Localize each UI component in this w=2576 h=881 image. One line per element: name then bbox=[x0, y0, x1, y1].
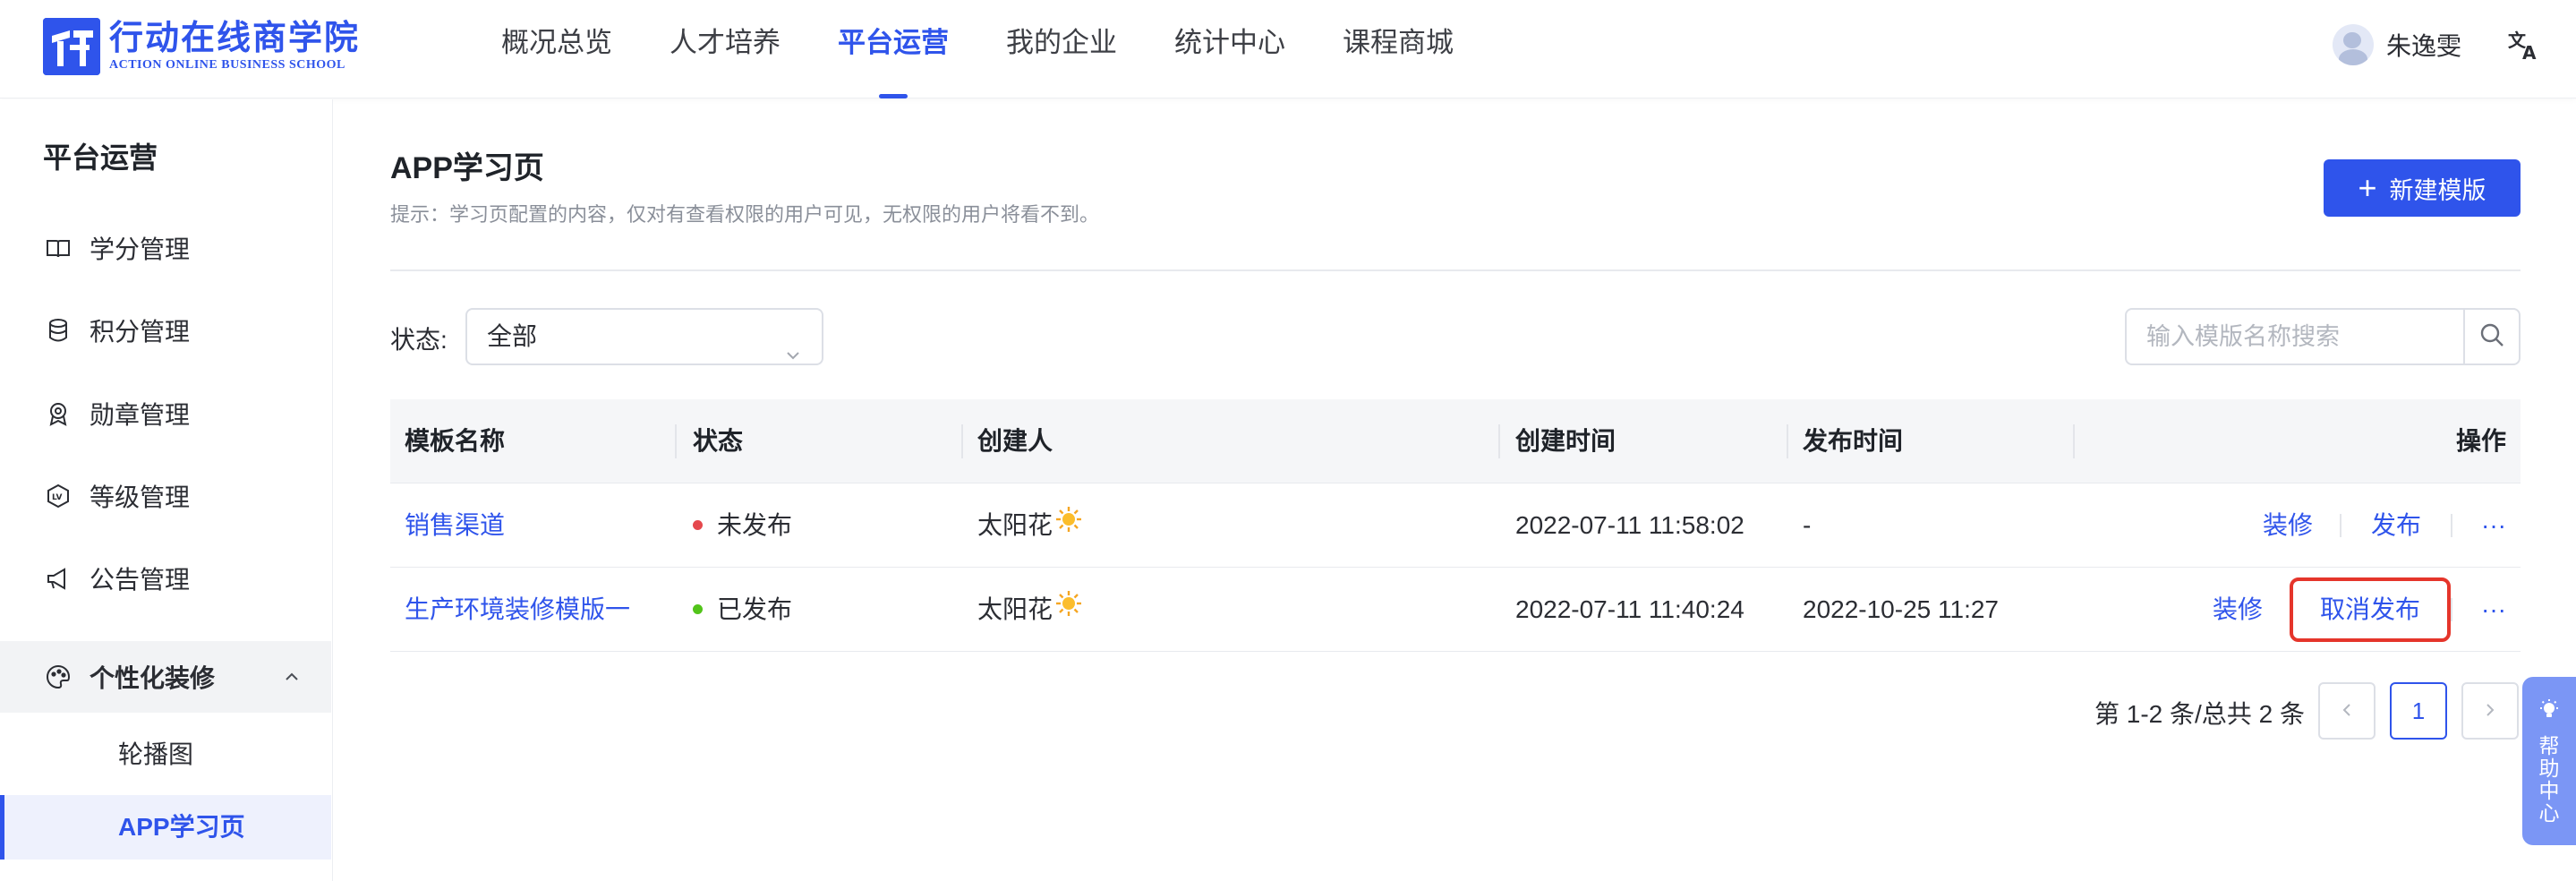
sidebar-item-levels[interactable]: LV 等级管理 bbox=[0, 460, 331, 532]
creator-cell: 太阳花 bbox=[977, 568, 1083, 652]
chevron-up-icon bbox=[279, 664, 304, 689]
sidebar-title: 平台运营 bbox=[43, 141, 158, 174]
sidebar-subitem-app-study-page[interactable]: APP学习页 bbox=[0, 795, 331, 860]
nav-overview[interactable]: 概况总览 bbox=[501, 0, 612, 98]
help-center-label: 帮助中心 bbox=[2538, 734, 2560, 825]
brand-name-en: ACTION ONLINE BUSINESS SCHOOL bbox=[109, 58, 345, 72]
svg-text:LV: LV bbox=[52, 493, 62, 502]
help-center-button[interactable]: 帮助中心 bbox=[2522, 677, 2576, 845]
table-row: 生产环境装修模版一 已发布 太阳花 2022-07-11 11:40:24 20… bbox=[390, 568, 2521, 652]
prev-page-button[interactable] bbox=[2318, 682, 2376, 740]
template-name-link[interactable]: 生产环境装修模版一 bbox=[405, 568, 630, 652]
header-divider bbox=[390, 269, 2521, 271]
status-filter-label: 状态: bbox=[390, 326, 448, 354]
brand-logo[interactable]: 行动在线商学院 ACTION ONLINE BUSINESS SCHOOL bbox=[43, 18, 360, 75]
more-actions-button[interactable]: ··· bbox=[2481, 483, 2506, 568]
sidebar: 平台运营 学分管理 积分管理 勋章管理 LV 等级管理 公告管理 个性化装修 轮… bbox=[0, 99, 333, 881]
published-time-cell: - bbox=[1803, 511, 1812, 539]
nav-talent[interactable]: 人才培养 bbox=[670, 0, 780, 98]
nav-active-indicator bbox=[879, 94, 908, 98]
publish-button[interactable]: 发布 bbox=[2371, 483, 2421, 568]
created-time-cell: 2022-07-11 11:58:02 bbox=[1515, 511, 1744, 539]
svg-text:A: A bbox=[2522, 42, 2537, 63]
new-template-button[interactable]: + 新建模版 bbox=[2324, 159, 2521, 217]
avatar bbox=[2333, 24, 2374, 65]
chevron-down-icon bbox=[784, 329, 802, 360]
unpublish-button[interactable]: 取消发布 bbox=[2290, 577, 2452, 642]
level-icon: LV bbox=[43, 481, 73, 511]
more-actions-button[interactable]: ··· bbox=[2481, 568, 2506, 652]
created-time-cell: 2022-07-11 11:40:24 bbox=[1515, 595, 1744, 623]
nav-my-company[interactable]: 我的企业 bbox=[1006, 0, 1117, 98]
status-cell: 未发布 bbox=[693, 483, 792, 568]
next-page-button[interactable] bbox=[2461, 682, 2519, 740]
sun-emoji-icon bbox=[1054, 568, 1083, 652]
brand-name-cn: 行动在线商学院 bbox=[109, 20, 361, 57]
translate-icon[interactable]: 文 A bbox=[2506, 27, 2542, 64]
medal-icon bbox=[43, 398, 73, 429]
template-table: 模板名称 状态 创建人 创建时间 发布时间 操作 销售渠道 未发布 太阳花 20… bbox=[390, 399, 2521, 652]
sidebar-group-customization[interactable]: 个性化装修 bbox=[0, 641, 331, 713]
sidebar-item-credits[interactable]: 学分管理 bbox=[0, 212, 331, 284]
top-header: 行动在线商学院 ACTION ONLINE BUSINESS SCHOOL 概况… bbox=[0, 0, 2576, 98]
plus-icon: + bbox=[2358, 169, 2377, 206]
creator-cell: 太阳花 bbox=[977, 483, 1083, 568]
sidebar-item-medals[interactable]: 勋章管理 bbox=[0, 378, 331, 449]
published-time-cell: 2022-10-25 11:27 bbox=[1803, 595, 1999, 623]
column-header-name: 模板名称 bbox=[405, 427, 506, 455]
decorate-button[interactable]: 装修 bbox=[2263, 483, 2313, 568]
column-header-creator: 创建人 bbox=[977, 427, 1053, 455]
template-name-link[interactable]: 销售渠道 bbox=[405, 483, 505, 568]
column-header-created: 创建时间 bbox=[1515, 427, 1616, 455]
column-header-status: 状态 bbox=[693, 427, 744, 455]
chevron-left-icon bbox=[2338, 697, 2356, 725]
status-filter-select[interactable]: 全部 bbox=[465, 308, 823, 365]
lightbulb-icon bbox=[2538, 698, 2561, 726]
template-search bbox=[2125, 308, 2521, 365]
sidebar-subitem-carousel[interactable]: 轮播图 bbox=[0, 723, 331, 787]
column-header-actions: 操作 bbox=[2455, 427, 2506, 455]
nav-course-mall[interactable]: 课程商城 bbox=[1343, 0, 1454, 98]
search-button[interactable] bbox=[2463, 310, 2519, 364]
sidebar-item-announcements[interactable]: 公告管理 bbox=[0, 543, 331, 614]
user-name: 朱逸雯 bbox=[2386, 32, 2462, 60]
page-number-button[interactable]: 1 bbox=[2390, 682, 2447, 740]
decorate-button[interactable]: 装修 bbox=[2213, 568, 2263, 652]
page-title: APP学习页 bbox=[390, 151, 544, 185]
megaphone-icon bbox=[43, 563, 73, 594]
search-input[interactable] bbox=[2127, 310, 2463, 364]
database-icon bbox=[43, 315, 73, 346]
book-icon bbox=[43, 233, 73, 263]
nav-statistics[interactable]: 统计中心 bbox=[1174, 0, 1285, 98]
sidebar-item-points[interactable]: 积分管理 bbox=[0, 295, 331, 366]
status-dot-published bbox=[693, 604, 703, 615]
user-menu[interactable]: 朱逸雯 bbox=[2333, 23, 2461, 66]
table-row: 销售渠道 未发布 太阳花 2022-07-11 11:58:02 - 装修 发布… bbox=[390, 483, 2521, 568]
page-tip: 提示：学习页配置的内容，仅对有查看权限的用户可见，无权限的用户将看不到。 bbox=[390, 203, 1100, 226]
status-cell: 已发布 bbox=[693, 568, 792, 652]
table-header: 模板名称 状态 创建人 创建时间 发布时间 操作 bbox=[390, 399, 2521, 483]
main-nav: 概况总览 人才培养 平台运营 我的企业 统计中心 课程商城 bbox=[501, 0, 1511, 98]
column-header-published: 发布时间 bbox=[1803, 427, 1904, 455]
logo-mark-icon bbox=[43, 18, 100, 75]
status-dot-unpublished bbox=[693, 520, 703, 531]
nav-platform-ops[interactable]: 平台运营 bbox=[838, 0, 949, 98]
search-icon bbox=[2478, 321, 2505, 353]
pagination-summary: 第 1-2 条/总共 2 条 bbox=[2094, 700, 2305, 728]
chevron-right-icon bbox=[2481, 697, 2499, 725]
sun-emoji-icon bbox=[1054, 483, 1083, 568]
palette-icon bbox=[43, 662, 73, 692]
